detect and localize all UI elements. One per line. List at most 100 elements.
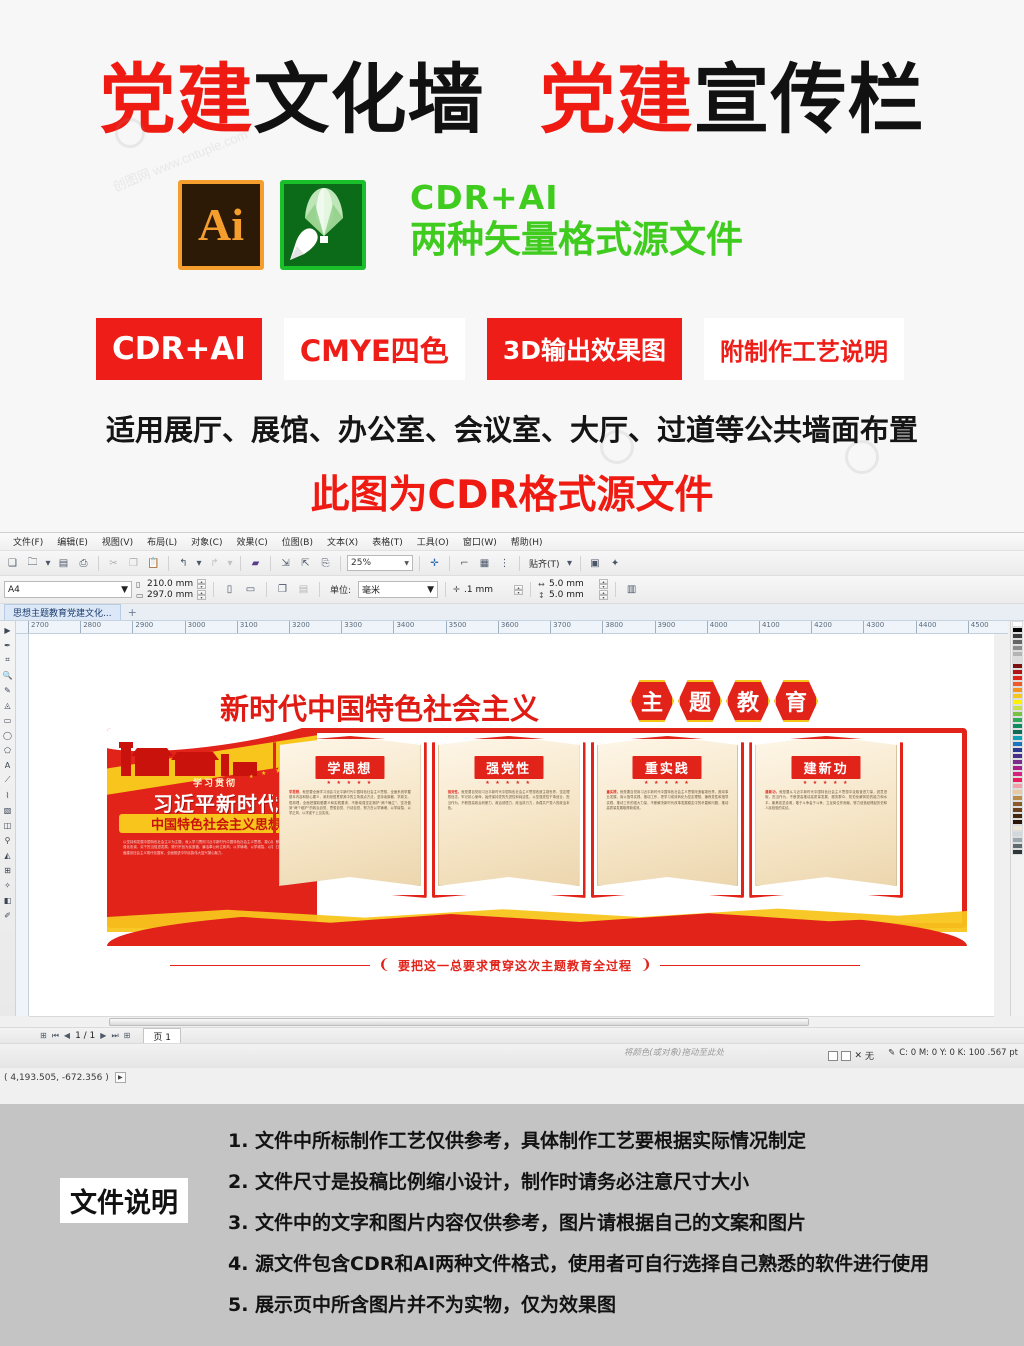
color-palette[interactable]	[1010, 621, 1024, 1016]
duplicate-x-spinner[interactable]: ▴ ▾	[599, 579, 609, 589]
duplicate-x-row[interactable]: ↔ 5.0 mm ▴ ▾	[538, 579, 609, 589]
publish-pdf-icon[interactable]: ⎘	[317, 555, 334, 572]
next-page-icon[interactable]: ▶	[100, 1031, 106, 1040]
menu-text[interactable]: 文本(X)	[320, 533, 365, 550]
scrollbar-thumb[interactable]	[109, 1018, 809, 1026]
open-dropdown-icon[interactable]: ▾	[44, 555, 52, 572]
import-icon[interactable]: ⇲	[277, 555, 294, 572]
cut-icon[interactable]: ✂	[105, 555, 122, 572]
zoom-level-combo[interactable]: 25% ▼	[347, 555, 413, 571]
page-width-row[interactable]: ▯ 210.0 mm ▴ ▾	[136, 579, 206, 589]
page-height-row[interactable]: ▭ 297.0 mm ▴ ▾	[136, 590, 206, 600]
bleed-settings-icon[interactable]: ▥	[623, 581, 640, 598]
menu-bitmaps[interactable]: 位图(B)	[275, 533, 320, 550]
rectangle-tool-icon[interactable]: ▭	[1, 713, 15, 727]
paste-icon[interactable]: 📋	[145, 555, 162, 572]
menu-effects[interactable]: 效果(C)	[229, 533, 274, 550]
polygon-tool-icon[interactable]: ⬠	[1, 743, 15, 757]
shape-tool-icon[interactable]: ✒	[1, 638, 15, 652]
smart-fill-tool-icon[interactable]: ◬	[1, 698, 15, 712]
ruler-tick: 2900	[132, 621, 153, 633]
ellipse-tool-icon[interactable]: ◯	[1, 728, 15, 742]
nudge-spinner[interactable]: ▴ ▾	[514, 584, 524, 595]
freehand-tool-icon[interactable]: ✎	[1, 683, 15, 697]
copy-icon[interactable]: ❐	[125, 555, 142, 572]
interactive-fill-tool-icon[interactable]: ◭	[1, 848, 15, 862]
add-page-start-icon[interactable]: ⊞	[40, 1031, 47, 1040]
page-tab-1[interactable]: 页 1	[143, 1027, 181, 1044]
redo-icon[interactable]: ↱	[206, 555, 223, 572]
application-launcher-icon[interactable]: ✦	[607, 555, 624, 572]
crop-tool-icon[interactable]: ⌗	[1, 653, 15, 667]
search-content-icon[interactable]: ▰	[247, 555, 264, 572]
standard-toolbar: ❑ 🗀 ▾ ▤ ⎙ ✂ ❐ 📋 ↰ ▾ ↱ ▾ ▰ ⇲ ⇱ ⎘ 25% ▼ ✛ …	[0, 551, 1024, 576]
menu-edit[interactable]: 编辑(E)	[50, 533, 95, 550]
fill-status[interactable]: ✕ 无	[828, 1049, 874, 1062]
nudge-row[interactable]: ✛ .1 mm ▴ ▾	[453, 584, 524, 595]
expand-statusbar-icon[interactable]: ▶	[114, 1072, 126, 1083]
vertical-ruler[interactable]	[16, 634, 29, 1016]
pick-tool-icon[interactable]: ▶	[1, 623, 15, 637]
redo-dropdown-icon[interactable]: ▾	[226, 555, 234, 572]
new-icon[interactable]: ❑	[4, 555, 21, 572]
text-tool-icon[interactable]: A	[1, 758, 15, 772]
zoom-tool-icon[interactable]: 🔍	[1, 668, 15, 682]
drawing-canvas[interactable]: 新时代中国特色社会主义 主 题 教 育 ★ ★ ★ 学习贯彻 习近平新时代 中国…	[29, 634, 994, 1016]
new-document-tab-icon[interactable]: +	[121, 607, 144, 618]
mesh-fill-tool-icon[interactable]: ⊞	[1, 863, 15, 877]
undo-dropdown-icon[interactable]: ▾	[195, 555, 203, 572]
print-icon[interactable]: ⎙	[75, 555, 92, 572]
duplicate-y-row[interactable]: ↕ 5.0 mm ▴ ▾	[538, 590, 609, 600]
current-page-icon[interactable]: ▤	[295, 581, 312, 598]
horizontal-scrollbar[interactable]	[29, 1016, 994, 1027]
menu-window[interactable]: 窗口(W)	[456, 533, 504, 550]
unit-combo[interactable]: 毫米 ▼	[358, 581, 439, 598]
portrait-icon[interactable]: ▯	[221, 581, 238, 598]
options-icon[interactable]: ▣	[587, 555, 604, 572]
connector-tool-icon[interactable]: ⌇	[1, 788, 15, 802]
page-size-combo[interactable]: A4 ▼	[4, 581, 132, 598]
save-icon[interactable]: ▤	[55, 555, 72, 572]
prev-page-icon[interactable]: ◀	[64, 1031, 70, 1040]
show-rulers-icon[interactable]: ⌐	[456, 555, 473, 572]
parallel-dimension-tool-icon[interactable]: ⟋	[1, 773, 15, 787]
landscape-icon[interactable]: ▭	[242, 581, 259, 598]
snap-to-label[interactable]: 贴齐(T)	[526, 557, 563, 570]
first-page-icon[interactable]: ⏮	[52, 1031, 59, 1041]
book-stars-3: ★ ★ ★ ★ ★	[643, 780, 691, 786]
menu-object[interactable]: 对象(C)	[184, 533, 229, 550]
propbar-separator-4	[445, 582, 447, 597]
show-grid-icon[interactable]: ▦	[476, 555, 493, 572]
menu-table[interactable]: 表格(T)	[365, 533, 410, 550]
duplicate-y-spinner[interactable]: ▴ ▾	[599, 590, 609, 600]
book-keyword-4: 建新功，	[765, 790, 780, 794]
add-page-end-icon[interactable]: ⊞	[124, 1031, 131, 1040]
menu-tools[interactable]: 工具(O)	[410, 533, 456, 550]
snap-dropdown-icon[interactable]: ▾	[566, 555, 574, 572]
all-pages-icon[interactable]: ❐	[274, 581, 291, 598]
transparency-tool-icon[interactable]: ◫	[1, 818, 15, 832]
document-tab[interactable]: 思想主题教育党建文化...	[4, 604, 121, 620]
drop-shadow-tool-icon[interactable]: ▧	[1, 803, 15, 817]
full-screen-preview-icon[interactable]: ✛	[426, 555, 443, 572]
outline-tool-icon[interactable]: ✐	[1, 908, 15, 922]
undo-icon[interactable]: ↰	[175, 555, 192, 572]
horizontal-ruler[interactable]: 2700 2800 2900 3000 3100 3200 3300 3400 3500 3600…	[16, 621, 1008, 634]
menu-view[interactable]: 视图(V)	[95, 533, 140, 550]
outline-pen-icon: ✎	[888, 1048, 896, 1058]
fill-tool-icon[interactable]: ◧	[1, 893, 15, 907]
menu-file[interactable]: 文件(F)	[6, 533, 50, 550]
smart-drawing-tool-icon[interactable]: ✧	[1, 878, 15, 892]
book-text-3: 就是要自觉用习近平新时代中国特色社会主义思想改造客观世界，推动事业发展，用以指导…	[606, 790, 729, 810]
show-guides-icon[interactable]: ⋮	[496, 555, 513, 572]
last-page-icon[interactable]: ⏭	[111, 1031, 118, 1041]
height-spinner[interactable]: ▴ ▾	[197, 590, 206, 600]
menu-help[interactable]: 帮助(H)	[504, 533, 550, 550]
artwork-headline: 新时代中国特色社会主义	[220, 692, 540, 726]
color-eyedropper-tool-icon[interactable]: ⚲	[1, 833, 15, 847]
menu-layout[interactable]: 布局(L)	[140, 533, 184, 550]
export-icon[interactable]: ⇱	[297, 555, 314, 572]
open-icon[interactable]: 🗀	[24, 555, 41, 572]
palette-swatch[interactable]	[1012, 849, 1023, 855]
width-spinner[interactable]: ▴ ▾	[197, 579, 206, 589]
